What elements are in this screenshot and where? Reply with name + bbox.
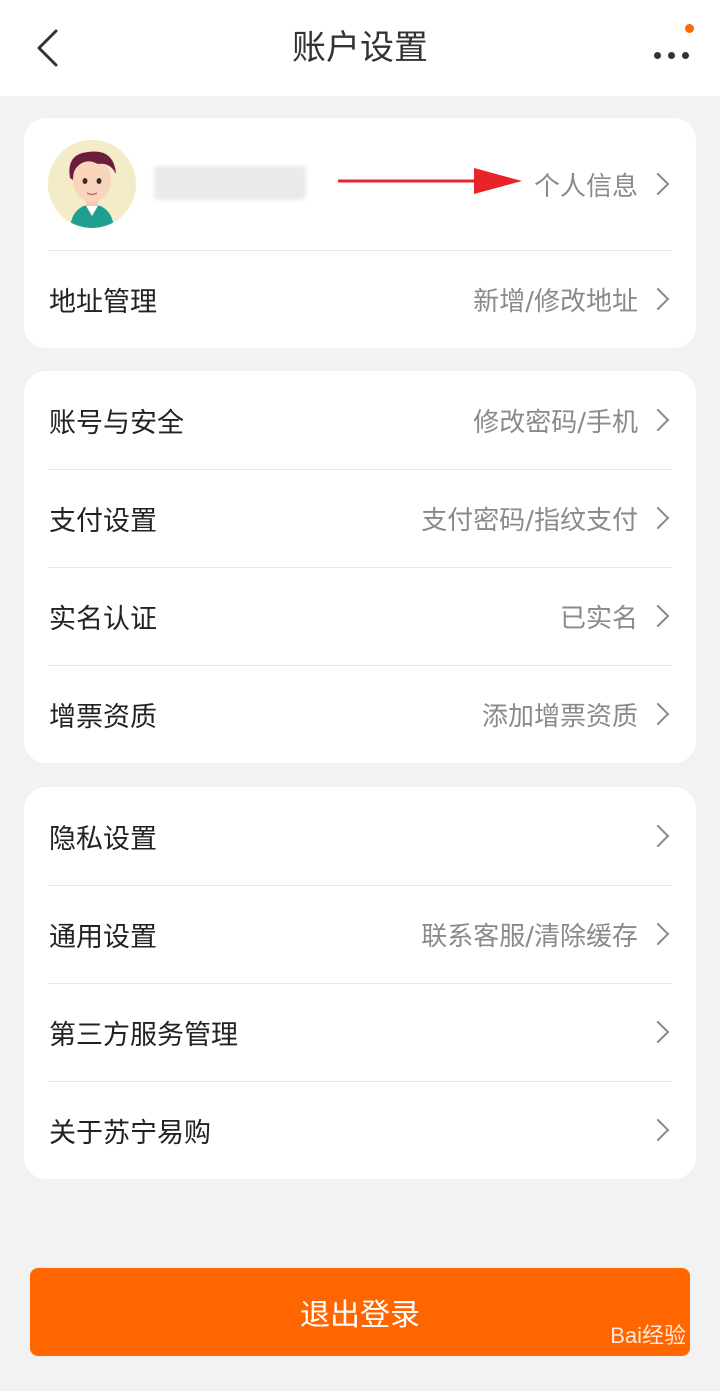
- logout-button[interactable]: 退出登录: [30, 1268, 690, 1356]
- general-card: 隐私设置 通用设置 联系客服/清除缓存 第三方服务管理 关于苏宁易购: [24, 787, 696, 1179]
- chevron-right-icon: [646, 604, 670, 628]
- row-label: 关于苏宁易购: [49, 1117, 211, 1149]
- row-value: 联系客服/清除缓存: [421, 921, 638, 952]
- chevron-right-icon: [646, 702, 670, 726]
- settings-row-invoice[interactable]: 增票资质 添加增票资质: [24, 665, 696, 763]
- notification-dot: [685, 24, 694, 33]
- settings-row-third-party[interactable]: 第三方服务管理: [24, 983, 696, 1081]
- profile-row[interactable]: 个人信息: [24, 118, 696, 250]
- chevron-right-icon: [646, 506, 670, 530]
- top-bar: 账户设置: [0, 0, 720, 96]
- account-card: 账号与安全 修改密码/手机 支付设置 支付密码/指纹支付 实名认证 已实名 增票…: [24, 371, 696, 763]
- row-label: 隐私设置: [49, 823, 157, 855]
- chevron-right-icon: [646, 824, 670, 848]
- row-value: 修改密码/手机: [473, 407, 638, 438]
- settings-row-address[interactable]: 地址管理 新增/修改地址: [24, 250, 696, 348]
- username-blurred: [154, 166, 306, 200]
- row-label: 通用设置: [49, 921, 157, 953]
- row-value: 已实名: [559, 603, 638, 634]
- avatar: [48, 140, 136, 228]
- settings-row-general[interactable]: 通用设置 联系客服/清除缓存: [24, 885, 696, 983]
- row-value: 添加增票资质: [481, 701, 638, 732]
- settings-row-privacy[interactable]: 隐私设置: [24, 787, 696, 885]
- row-label: 第三方服务管理: [49, 1019, 238, 1051]
- chevron-right-icon: [646, 1118, 670, 1142]
- row-value: 支付密码/指纹支付: [421, 505, 638, 536]
- row-label: 增票资质: [49, 701, 157, 733]
- row-label: 账号与安全: [49, 407, 184, 439]
- row-value: 新增/修改地址: [473, 286, 638, 317]
- profile-card: 个人信息 地址管理 新增/修改地址: [24, 118, 696, 348]
- chevron-right-icon: [646, 287, 670, 311]
- chevron-right-icon: [646, 172, 670, 196]
- chevron-right-icon: [646, 922, 670, 946]
- page-title: 账户设置: [292, 28, 428, 68]
- row-label: 支付设置: [49, 505, 157, 537]
- settings-row-account-security[interactable]: 账号与安全 修改密码/手机: [24, 371, 696, 469]
- settings-row-real-name[interactable]: 实名认证 已实名: [24, 567, 696, 665]
- chevron-right-icon: [646, 408, 670, 432]
- settings-row-payment[interactable]: 支付设置 支付密码/指纹支付: [24, 469, 696, 567]
- red-arrow-annotation: [338, 168, 522, 194]
- chevron-right-icon: [646, 1020, 670, 1044]
- row-label: 地址管理: [49, 286, 157, 318]
- row-label: 实名认证: [49, 603, 157, 635]
- settings-row-about[interactable]: 关于苏宁易购: [24, 1081, 696, 1179]
- profile-info-link: 个人信息: [533, 171, 638, 202]
- watermark-logo: Bai经验: [610, 1323, 686, 1348]
- more-dots-icon: [654, 44, 696, 63]
- more-button[interactable]: [650, 20, 706, 76]
